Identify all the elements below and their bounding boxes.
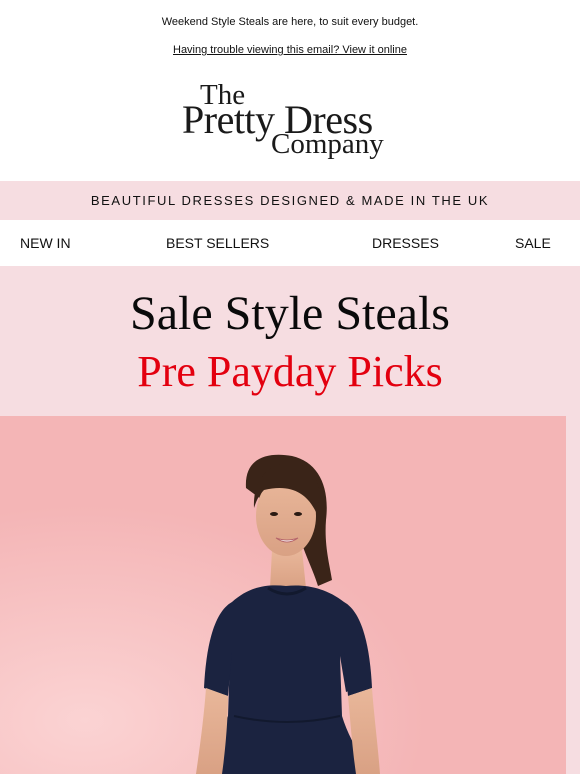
hero-side-strip xyxy=(566,416,580,774)
preheader-text: Weekend Style Steals are here, to suit e… xyxy=(161,16,419,28)
hero-heading-block: Sale Style Steals Pre Payday Picks xyxy=(0,266,580,416)
tagline-banner: BEAUTIFUL DRESSES DESIGNED & MADE IN THE… xyxy=(0,181,580,220)
view-online-link[interactable]: Having trouble viewing this email? View … xyxy=(173,44,407,56)
nav-item-new-in[interactable]: NEW IN xyxy=(20,220,71,266)
logo-line-company: Company xyxy=(271,128,384,160)
nav-bar: NEW IN BEST SELLERS DRESSES SALE xyxy=(0,220,580,266)
email-page: Weekend Style Steals are here, to suit e… xyxy=(0,0,580,774)
hero-title: Sale Style Steals xyxy=(130,287,450,340)
hero-subtitle: Pre Payday Picks xyxy=(137,347,443,396)
nav-item-dresses[interactable]: DRESSES xyxy=(372,220,439,266)
hero-image[interactable] xyxy=(0,416,566,774)
nav-item-best-sellers[interactable]: BEST SELLERS xyxy=(166,220,269,266)
nav-item-sale[interactable]: SALE xyxy=(515,220,551,266)
brand-logo[interactable]: The Pretty Dress Company xyxy=(0,80,580,162)
view-online-row: Having trouble viewing this email? View … xyxy=(0,44,580,56)
model-photo-illustration xyxy=(0,416,566,774)
